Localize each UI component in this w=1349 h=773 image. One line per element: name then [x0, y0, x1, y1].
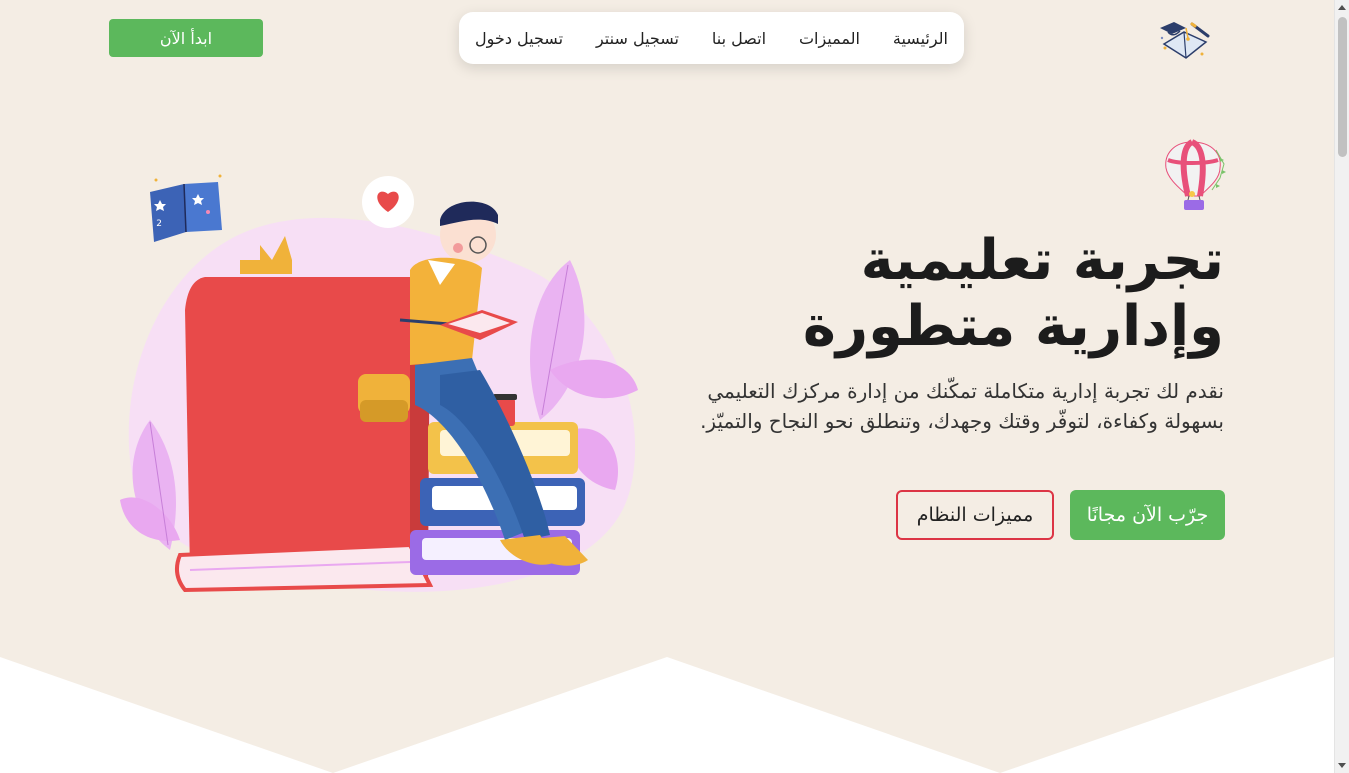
page-scrollbar[interactable]	[1334, 0, 1349, 773]
nav-item-features[interactable]: المميزات	[799, 29, 860, 48]
hot-air-balloon-icon	[1165, 139, 1226, 210]
start-now-button[interactable]: ابدأ الآن	[109, 19, 263, 57]
nav-item-home[interactable]: الرئيسية	[893, 29, 948, 48]
scroll-up-arrow-icon[interactable]	[1338, 5, 1346, 10]
try-free-button[interactable]: جرّب الآن مجانًا	[1070, 490, 1225, 540]
system-features-button[interactable]: مميزات النظام	[896, 490, 1054, 540]
nav-item-register-center[interactable]: تسجيل سنتر	[596, 29, 679, 48]
main-nav: الرئيسية المميزات اتصل بنا تسجيل سنتر تس…	[459, 12, 964, 64]
svg-text:2: 2	[156, 219, 162, 229]
hero-title-line1: تجربة تعليمية	[860, 228, 1224, 293]
page-background: ابدأ الآن الرئيسية المميزات اتصل بنا تسج…	[0, 0, 1334, 773]
hero-title: تجربة تعليمية وإدارية متطورة	[664, 228, 1224, 360]
hero-title-line2: وإدارية متطورة	[802, 294, 1224, 359]
hero-description: نقدم لك تجربة إدارية متكاملة تمكّنك من إ…	[700, 379, 1224, 433]
nav-item-login[interactable]: تسجيل دخول	[475, 29, 563, 48]
graduation-book-logo-icon[interactable]	[1156, 18, 1212, 64]
scroll-thumb[interactable]	[1338, 17, 1347, 157]
scroll-down-arrow-icon[interactable]	[1338, 763, 1346, 768]
student-reading-on-books-illustration: 2	[120, 174, 638, 593]
nav-item-contact[interactable]: اتصل بنا	[712, 29, 766, 48]
